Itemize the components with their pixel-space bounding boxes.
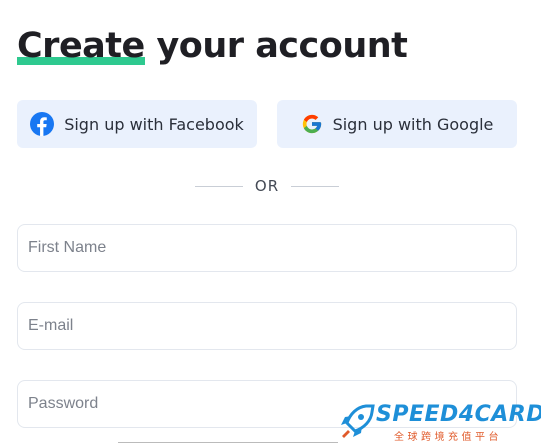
email-input[interactable] <box>17 302 517 350</box>
rocket-icon <box>336 402 376 446</box>
divider-line-right <box>291 185 340 187</box>
facebook-icon <box>30 112 55 136</box>
facebook-button-label: Sign up with Facebook <box>64 114 244 134</box>
google-button-label: Sign up with Google <box>332 114 494 134</box>
watermark-tagline: 全球跨境充值平台 <box>394 432 502 443</box>
bottom-divider <box>118 442 338 443</box>
title-highlight: Create <box>17 26 145 66</box>
watermark-brand: SPEED4CARD <box>376 402 541 427</box>
google-icon <box>301 113 323 135</box>
or-divider: OR <box>195 176 340 196</box>
facebook-signup-button[interactable]: Sign up with Facebook <box>17 100 257 148</box>
speed4card-watermark: SPEED4CARD 全球跨境充值平台 <box>336 400 541 445</box>
page-title: Create your account <box>17 24 408 68</box>
first-name-input[interactable] <box>17 224 517 272</box>
divider-label: OR <box>254 177 280 195</box>
title-rest: your account <box>144 26 408 66</box>
divider-line-left <box>195 185 243 187</box>
google-signup-button[interactable]: Sign up with Google <box>277 100 517 148</box>
